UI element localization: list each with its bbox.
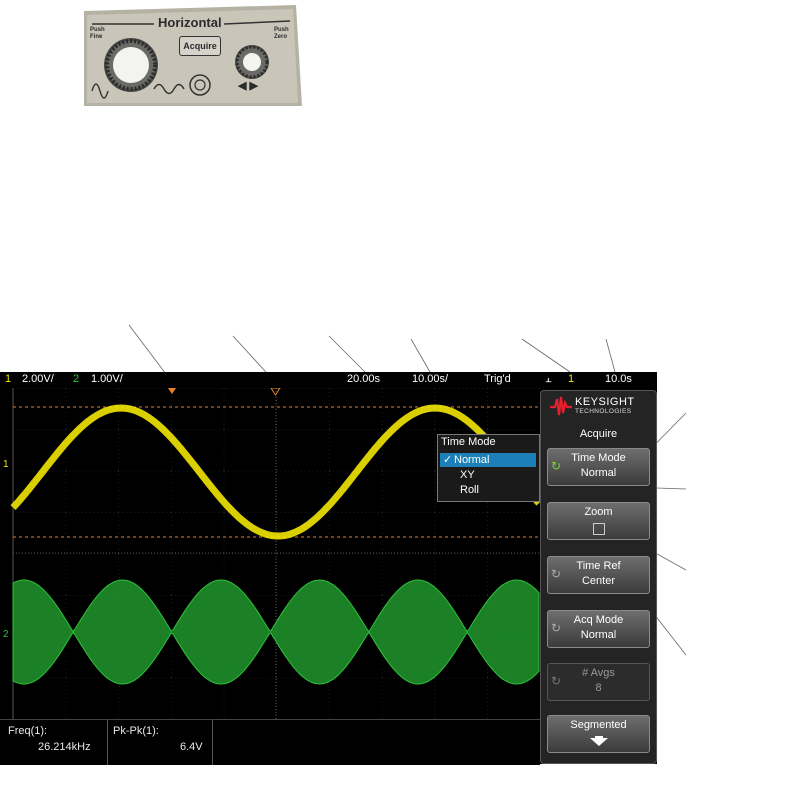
- meas-pkpk-value: 6.4V: [180, 741, 203, 753]
- ch1-ground-marker[interactable]: 1: [3, 459, 9, 470]
- status-bar: 1 2.00V/ 2 1.00V/ 20.00s 10.00s/ Trig'd …: [0, 372, 632, 388]
- trigger-source: 1: [568, 373, 575, 385]
- checkbox-icon: [593, 523, 605, 535]
- option-xy[interactable]: XY: [440, 468, 536, 482]
- popup-title: Time Mode: [441, 436, 496, 448]
- keysight-wave-icon: [550, 396, 572, 416]
- ch2-number: 2: [73, 373, 80, 385]
- ch2-ground-marker[interactable]: 2: [3, 629, 9, 640]
- ch1-scale: 2.00V/: [22, 373, 54, 385]
- ch2-scale: 1.00V/: [91, 373, 123, 385]
- softkey-time-ref[interactable]: ↻ Time Ref Center: [547, 556, 650, 594]
- softkey-menu: KEYSIGHT TECHNOLOGIES Acquire ↻ Time Mod…: [540, 390, 657, 764]
- brand-sub: TECHNOLOGIES: [575, 408, 632, 415]
- softkey-segmented[interactable]: Segmented: [547, 715, 650, 753]
- timebase-value: 10.00s/: [412, 373, 449, 385]
- delay-value: 20.00s: [347, 373, 381, 385]
- trigger-status: Trig'd: [484, 373, 511, 385]
- measurement-bar: Freq(1): 26.214kHz Pk-Pk(1): 6.4V: [0, 719, 540, 765]
- brand-name: KEYSIGHT: [575, 396, 635, 408]
- meas-freq-value: 26.214kHz: [38, 741, 91, 753]
- keysight-logo: KEYSIGHT TECHNOLOGIES: [549, 395, 649, 419]
- option-roll[interactable]: Roll: [440, 483, 536, 497]
- down-arrow-icon: [590, 736, 608, 746]
- trigger-level: 10.0s: [605, 373, 632, 385]
- trigger-slope-icon: ⫠: [545, 373, 552, 385]
- meas-pkpk-label: Pk-Pk(1):: [113, 725, 159, 737]
- meas-freq-label: Freq(1):: [8, 725, 48, 737]
- softkey-num-avgs[interactable]: ↻ # Avgs 8: [547, 663, 650, 701]
- option-normal[interactable]: ✓ Normal: [440, 453, 536, 467]
- menu-title: Acquire: [579, 428, 618, 440]
- softkey-acq-mode[interactable]: ↻ Acq Mode Normal: [547, 610, 650, 648]
- time-mode-popup: Time Mode ✓ Normal XY Roll: [437, 434, 540, 502]
- softkey-zoom[interactable]: Zoom: [547, 502, 650, 540]
- ch1-number: 1: [5, 373, 12, 385]
- softkey-time-mode[interactable]: ↻ Time Mode Normal: [547, 448, 650, 486]
- check-icon: ✓: [443, 454, 453, 466]
